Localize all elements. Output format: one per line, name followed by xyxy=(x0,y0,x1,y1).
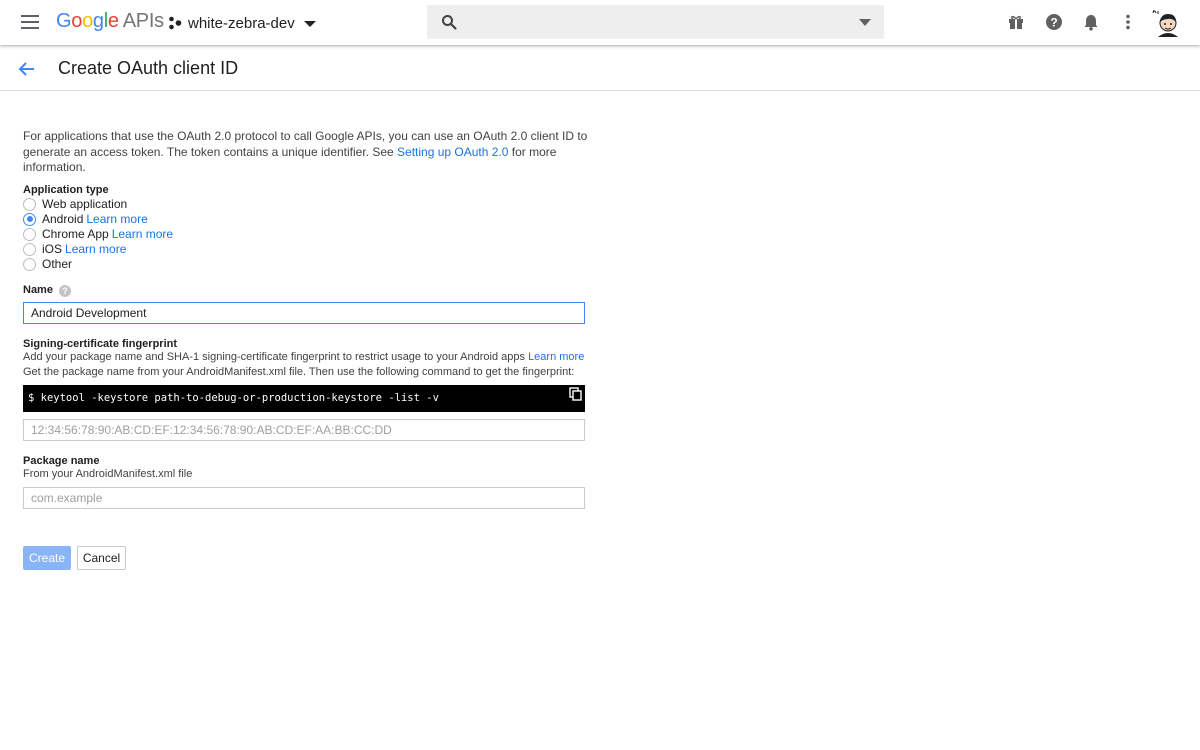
package-name-label: Package name xyxy=(23,454,100,467)
package-name-input[interactable] xyxy=(23,486,585,509)
logo-letter: o xyxy=(82,10,93,32)
ios-learn-more-link[interactable]: Learn more xyxy=(65,242,126,256)
oauth-form: For applications that use the OAuth 2.0 … xyxy=(23,129,593,570)
name-label-text: Name xyxy=(23,283,53,296)
project-dots-icon xyxy=(169,16,182,30)
project-selector[interactable]: white-zebra-dev xyxy=(168,13,316,33)
copy-icon[interactable] xyxy=(569,386,583,401)
fingerprint-label: Signing-certificate fingerprint xyxy=(23,337,178,350)
fingerprint-desc-text: Add your package name and SHA-1 signing-… xyxy=(23,350,529,363)
keytool-command: $ keytool -keystore path-to-debug-or-pro… xyxy=(28,392,439,404)
radio-button[interactable] xyxy=(23,227,36,241)
back-arrow-icon[interactable] xyxy=(17,59,37,79)
radio-label: Chrome App xyxy=(42,227,109,241)
search-icon xyxy=(442,15,457,30)
radio-label: Android xyxy=(42,212,84,226)
fingerprint-description: Add your package name and SHA-1 signing-… xyxy=(23,350,593,365)
logo-letter: G xyxy=(56,10,72,32)
fingerprint-instructions: Get the package name from your AndroidMa… xyxy=(23,365,575,378)
radio-option-chrome-app[interactable]: Chrome App Learn more xyxy=(23,227,593,242)
radio-option-ios[interactable]: iOS Learn more xyxy=(23,242,593,257)
search-dropdown-icon[interactable] xyxy=(859,19,871,26)
logo-letter: g xyxy=(92,10,104,32)
application-type-label: Application type xyxy=(23,183,109,196)
top-app-bar: Google APIs white-zebra-dev ? xyxy=(0,0,1200,45)
radio-label: Web application xyxy=(42,197,128,211)
radio-label: Other xyxy=(42,257,73,271)
fingerprint-input[interactable] xyxy=(23,418,585,441)
help-icon[interactable]: ? xyxy=(58,284,71,297)
chrome-app-learn-more-link[interactable]: Learn more xyxy=(112,227,173,241)
help-icon[interactable]: ? xyxy=(1044,12,1064,32)
notifications-icon[interactable] xyxy=(1081,12,1101,32)
application-type-radio-group: Web application Android Learn more Chrom… xyxy=(23,197,593,272)
logo-letter: o xyxy=(71,10,83,32)
form-actions: Create Cancel xyxy=(23,545,593,570)
svg-text:?: ? xyxy=(1050,16,1057,30)
gift-icon[interactable] xyxy=(1006,12,1026,32)
name-field-label: Name? xyxy=(23,284,593,297)
google-apis-logo[interactable]: Google APIs xyxy=(56,10,164,33)
create-button[interactable]: Create xyxy=(23,545,71,570)
intro-text: For applications that use the OAuth 2.0 … xyxy=(23,129,593,176)
logo-suffix: APIs xyxy=(122,10,164,32)
setting-up-oauth-link[interactable]: Setting up OAuth 2.0 xyxy=(397,145,508,159)
more-vert-icon[interactable] xyxy=(1118,12,1138,32)
cancel-button[interactable]: Cancel xyxy=(77,545,126,570)
keytool-command-block: $ keytool -keystore path-to-debug-or-pro… xyxy=(23,384,585,412)
hamburger-menu-icon[interactable] xyxy=(21,15,39,29)
android-learn-more-link[interactable]: Learn more xyxy=(86,212,147,226)
fingerprint-learn-more-link[interactable]: Learn more xyxy=(528,351,584,363)
chevron-down-icon xyxy=(303,21,316,27)
radio-button[interactable] xyxy=(23,257,36,271)
project-name: white-zebra-dev xyxy=(188,14,295,32)
avatar[interactable] xyxy=(1152,9,1180,37)
search-bar[interactable] xyxy=(427,5,884,39)
name-input[interactable] xyxy=(23,301,585,324)
package-name-description: From your AndroidManifest.xml file xyxy=(23,467,193,480)
radio-label: iOS xyxy=(42,242,63,256)
radio-button[interactable] xyxy=(23,197,36,211)
radio-option-web-application[interactable]: Web application xyxy=(23,197,593,212)
radio-option-other[interactable]: Other xyxy=(23,257,593,272)
radio-option-android[interactable]: Android Learn more xyxy=(23,212,593,227)
radio-button[interactable] xyxy=(23,242,36,256)
page-title: Create OAuth client ID xyxy=(58,58,239,78)
radio-button[interactable] xyxy=(23,212,36,226)
logo-letter: e xyxy=(107,10,119,32)
page-header: Create OAuth client ID xyxy=(0,45,1200,91)
